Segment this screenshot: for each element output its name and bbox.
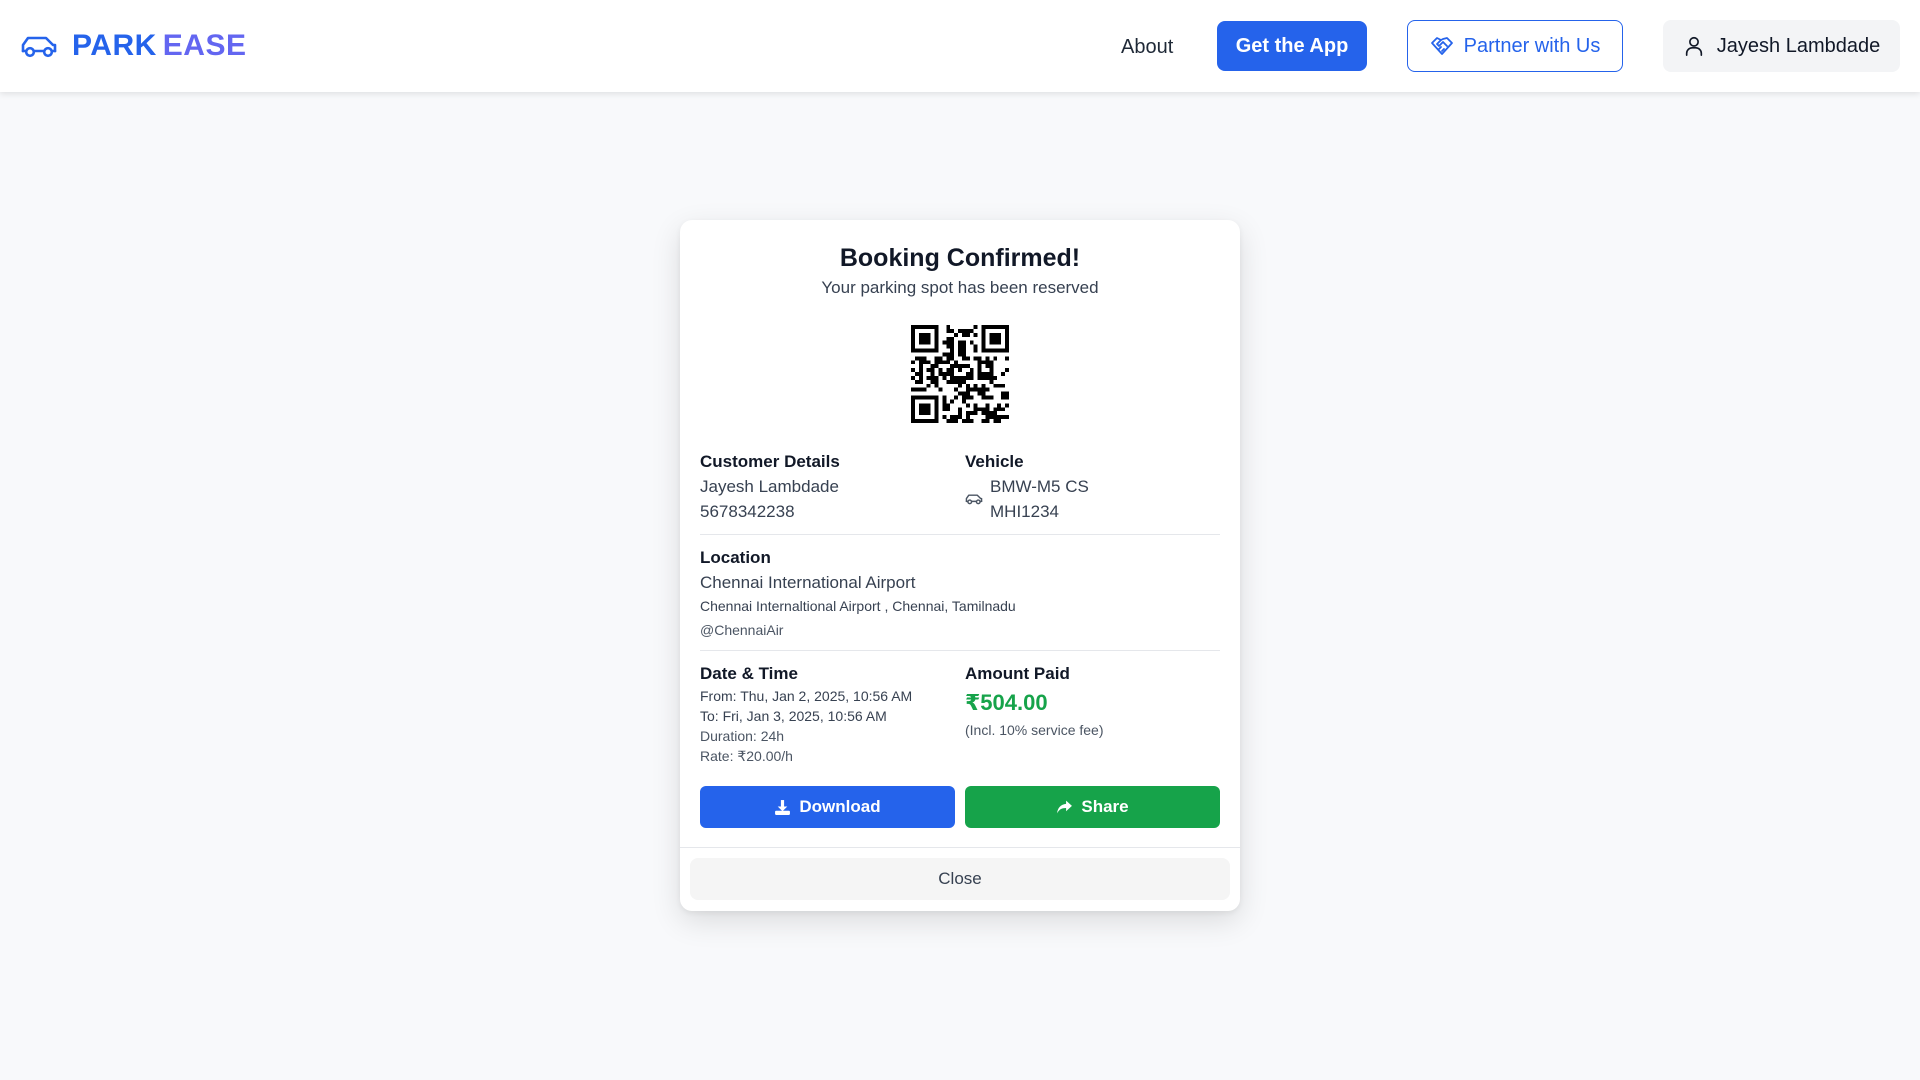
- partner-with-us-button[interactable]: Partner with Us: [1407, 20, 1623, 72]
- datetime-heading: Date & Time: [700, 664, 798, 683]
- datetime-to: To: Fri, Jan 3, 2025, 10:56 AM: [700, 708, 887, 724]
- customer-details-heading: Customer Details: [700, 452, 840, 471]
- datetime-duration: Duration: 24h: [700, 728, 785, 744]
- user-menu-button[interactable]: Jayesh Lambdade: [1663, 20, 1900, 72]
- brand-logo[interactable]: PARK EASE: [20, 28, 246, 64]
- amount-paid-value: ₹504.00: [965, 690, 1048, 715]
- location-name: Chennai International Airport: [700, 573, 916, 592]
- footer-divider: [680, 847, 1240, 848]
- close-button[interactable]: Close: [690, 858, 1230, 900]
- handshake-icon: [1430, 37, 1453, 55]
- user-icon: [1685, 36, 1702, 56]
- brand-name-part2: EASE: [162, 29, 247, 62]
- car-icon: [21, 36, 57, 58]
- location-address: Chennai Internaltional Airport , Chennai…: [700, 598, 1016, 614]
- nav-about-link[interactable]: About: [1121, 32, 1173, 62]
- modal-subtitle: Your parking spot has been reserved: [821, 278, 1099, 297]
- divider: [700, 650, 1220, 651]
- top-navbar: PARK EASE About Get the App Partner with …: [0, 0, 1920, 92]
- customer-name: Jayesh Lambdade: [700, 477, 839, 496]
- brand-name: PARK EASE: [72, 29, 246, 63]
- share-icon: [1057, 800, 1073, 813]
- vehicle-heading: Vehicle: [965, 452, 1024, 471]
- brand-name-part1: PARK: [72, 29, 157, 62]
- datetime-rate: Rate: ₹20.00/h: [700, 748, 793, 764]
- vehicle-car-icon: [965, 494, 983, 505]
- partner-label: Partner with Us: [1463, 34, 1601, 57]
- qr-code: [911, 325, 1009, 423]
- booking-confirmation-modal: Booking Confirmed! Your parking spot has…: [680, 220, 1240, 911]
- vehicle-plate: MHI1234: [990, 502, 1059, 521]
- user-name: Jayesh Lambdade: [1716, 34, 1881, 57]
- amount-paid-note: (Incl. 10% service fee): [965, 722, 1104, 738]
- amount-paid-heading: Amount Paid: [965, 664, 1070, 683]
- get-the-app-button[interactable]: Get the App: [1217, 21, 1367, 71]
- vehicle-model: BMW-M5 CS: [990, 477, 1089, 496]
- share-button[interactable]: Share: [965, 786, 1220, 828]
- datetime-from: From: Thu, Jan 2, 2025, 10:56 AM: [700, 688, 913, 704]
- location-heading: Location: [700, 548, 771, 567]
- customer-phone: 5678342238: [700, 502, 795, 521]
- share-label: Share: [1081, 797, 1129, 816]
- download-icon: [775, 799, 791, 815]
- divider: [700, 534, 1220, 535]
- download-label: Download: [799, 797, 881, 816]
- location-handle: @ChennaiAir: [700, 622, 784, 638]
- download-button[interactable]: Download: [700, 786, 955, 828]
- modal-title: Booking Confirmed!: [839, 244, 1081, 272]
